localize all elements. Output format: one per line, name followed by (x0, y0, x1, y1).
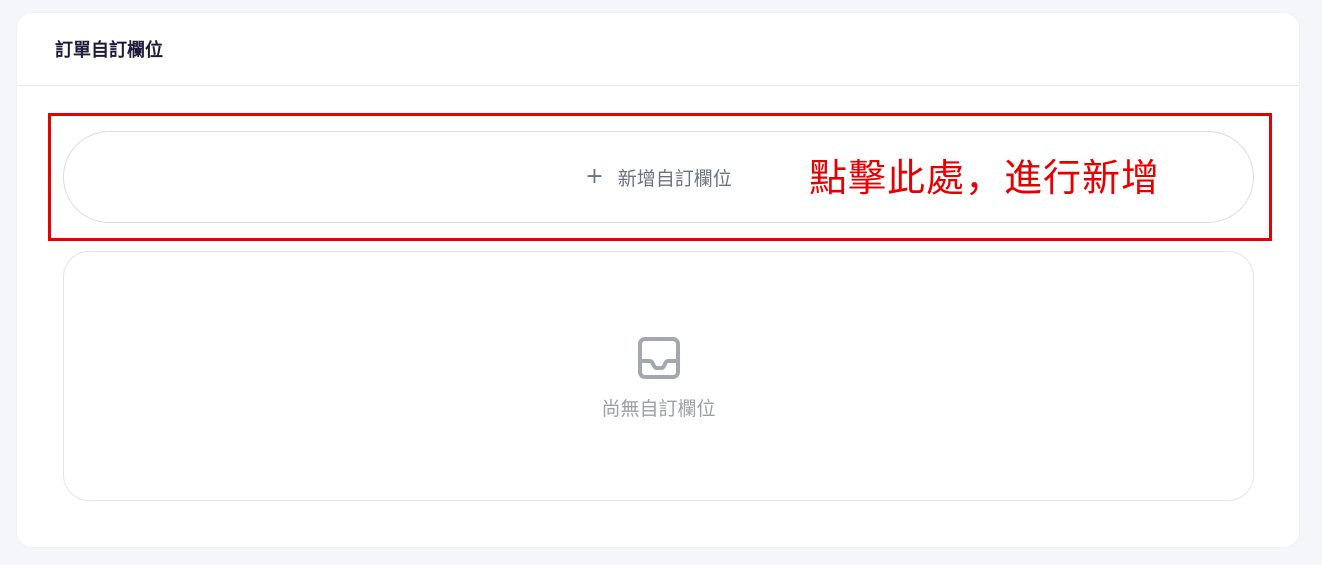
plus-icon: + (585, 164, 604, 189)
inbox-icon (637, 336, 680, 379)
empty-state-panel: 尚無自訂欄位 (63, 251, 1254, 501)
annotation-text: 點擊此處，進行新增 (809, 156, 1161, 200)
card-title: 訂單自訂欄位 (55, 40, 163, 61)
card-header: 訂單自訂欄位 (17, 13, 1299, 86)
custom-fields-card: 訂單自訂欄位 + 新增自訂欄位 點擊此處，進行新增 尚無自訂欄位 (16, 12, 1300, 548)
empty-state-text: 尚無自訂欄位 (601, 397, 716, 420)
add-custom-field-button-content: + 新增自訂欄位 (585, 164, 731, 191)
add-custom-field-label: 新增自訂欄位 (617, 167, 732, 190)
